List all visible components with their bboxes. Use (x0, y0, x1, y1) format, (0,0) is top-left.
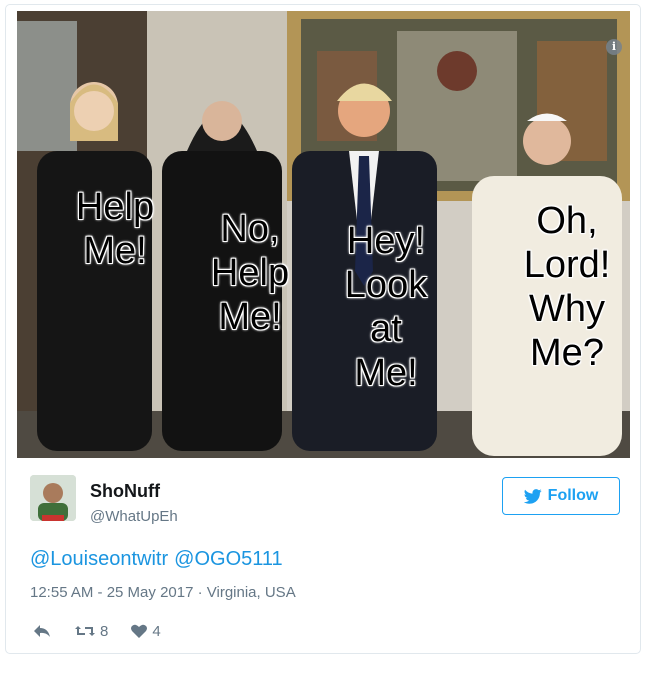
reply-icon (34, 625, 50, 637)
display-name[interactable]: ShoNuff (90, 481, 160, 502)
retweet-count: 8 (100, 622, 109, 640)
mention-link-1[interactable]: @Louiseontwitr (30, 548, 168, 570)
heart-icon (131, 624, 148, 638)
user-handle[interactable]: @WhatUpEh (90, 508, 178, 525)
tweet-text: @Louiseontwitr @OGO5111 (30, 548, 289, 571)
tweet-timestamp-location[interactable]: 12:55 AM - 25 May 2017 · Virginia, USA (30, 584, 296, 601)
meme-caption-3: Hey! Look at Me! (344, 220, 428, 394)
meme-caption-1: Help Me! (75, 186, 155, 272)
meme-caption-2: No, Help Me! (210, 208, 290, 338)
info-icon[interactable]: i (606, 39, 622, 55)
like-count: 4 (152, 622, 161, 640)
avatar-image (30, 475, 76, 521)
tweet-header: ShoNuff @WhatUpEh Follow (30, 473, 620, 529)
retweet-icon (75, 626, 95, 636)
follow-button[interactable]: Follow (502, 477, 620, 515)
meme-caption-4: Oh, Lord! Why Me? (523, 200, 611, 374)
retweet-action[interactable]: 8 (74, 623, 108, 640)
twitter-bird-icon (523, 488, 542, 504)
tweet-card: i Help Me! No, Help Me! Hey! Look at Me!… (5, 4, 641, 654)
tweet-actions: 8 4 (32, 620, 183, 642)
mention-link-2[interactable]: @OGO5111 (174, 548, 283, 570)
tweet-media-image[interactable]: i Help Me! No, Help Me! Hey! Look at Me!… (17, 11, 630, 458)
reply-action[interactable] (32, 623, 52, 639)
like-action[interactable]: 4 (130, 622, 161, 640)
follow-label: Follow (547, 487, 599, 504)
avatar[interactable] (30, 475, 76, 521)
